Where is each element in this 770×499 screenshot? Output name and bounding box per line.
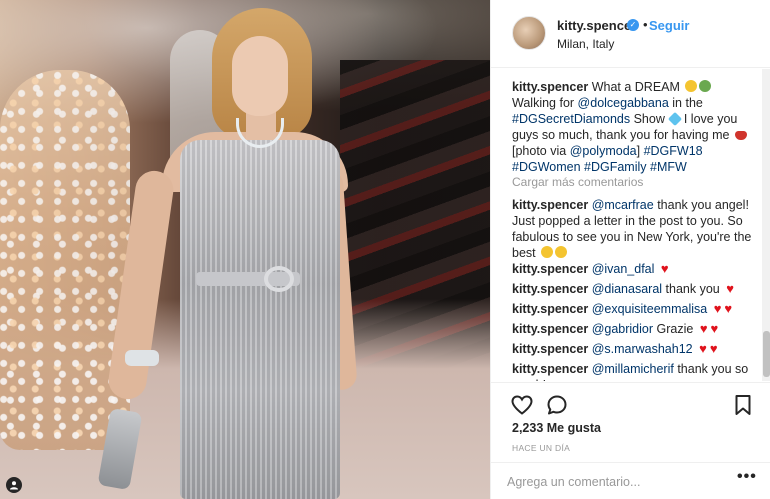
comment-item: kitty.spencer @s.marwashah12 ♥ ♥ [512,341,756,357]
caption-text: Walking for [512,96,575,110]
photo-model-dress [180,140,340,499]
comment-username[interactable]: kitty.spencer [512,198,588,212]
likes-count[interactable]: 2,233 Me gusta [512,421,601,435]
heart-emoji-icon: ♥ [709,341,718,356]
more-options-icon[interactable]: ••• [737,468,757,486]
caption-text: [photo via [512,144,567,158]
hashtag-link[interactable]: #DGWomen #DGFamily #MFW [512,160,687,174]
avatar[interactable] [512,16,546,50]
photo-belt-buckle [264,266,294,292]
user-tag-icon[interactable] [6,477,22,493]
comment-item: kitty.spencer @ivan_dfal ♥ [512,261,756,277]
photo-bracelet [125,350,159,366]
heart-emoji-icon: ♥ [699,341,707,356]
heart-emoji-icon: ♥ [713,301,722,316]
comment-item: kitty.spencer @exquisiteemmalisa ♥ ♥ [512,301,756,317]
post-header: kitty.spencer ✓ • Seguir Milan, Italy [491,0,770,68]
mention-link[interactable]: @mcarfrae [592,198,654,212]
post-caption: kitty.spencer What a DREAM Walking for @… [512,79,752,175]
separator-dot: • [643,17,648,32]
caption-text: ] [636,144,641,158]
comment-username[interactable]: kitty.spencer [512,322,588,336]
comment-username[interactable]: kitty.spencer [512,262,588,276]
mention-link[interactable]: @polymoda [570,144,637,158]
hashtag-link[interactable]: #DGSecretDiamonds [512,112,630,126]
comment-username[interactable]: kitty.spencer [512,282,588,296]
comment-text: Grazie [656,322,694,336]
mention-link[interactable]: @s.marwashah12 [592,342,693,356]
comment-text: thank you [665,282,720,296]
load-more-comments-button[interactable]: Cargar más comentarios [512,175,643,189]
instagram-post: kitty.spencer ✓ • Seguir Milan, Italy ki… [0,0,770,499]
comment-item: kitty.spencer @mcarfrae thank you angel!… [512,197,756,261]
heart-emoji-icon: ♥ [699,321,708,336]
gem-emoji-icon [668,111,683,127]
comment-bubble-icon[interactable] [545,393,569,417]
heart-emoji-icon: ♥ [660,261,669,276]
heart-emoji-icon: ♥ [553,377,561,381]
heart-emoji-icon: ♥ [724,301,733,316]
header-username[interactable]: kitty.spencer [557,18,636,33]
comment-item: kitty.spencer @gabridior Grazie ♥ ♥ [512,321,756,337]
scrollbar-thumb[interactable] [763,331,770,377]
mention-link[interactable]: @gabridior [592,322,653,336]
caption-username[interactable]: kitty.spencer [512,80,588,94]
photo-background-model [0,70,130,450]
comment-item: kitty.spencer @dianasaral thank you ♥ [512,281,756,297]
post-timestamp: HACE UN DÍA [512,443,571,453]
grin-emoji-icon [541,246,554,258]
add-comment-section: ••• [491,462,770,499]
comment-input[interactable] [507,471,727,493]
follow-button[interactable]: Seguir [649,18,689,33]
mention-link[interactable]: @millamicherif [592,362,674,376]
comments-list[interactable]: kitty.spencer What a DREAM Walking for @… [491,69,770,381]
bookmark-icon[interactable] [731,393,755,417]
caption-text: What a DREAM [591,80,680,94]
mention-link[interactable]: @ivan_dfal [592,262,655,276]
post-sidebar: kitty.spencer ✓ • Seguir Milan, Italy ki… [490,0,770,499]
comment-username[interactable]: kitty.spencer [512,342,588,356]
comment-username[interactable]: kitty.spencer [512,362,588,376]
location-link[interactable]: Milan, Italy [557,37,614,51]
diamond-emoji-icon [699,80,712,92]
lips-emoji-icon [734,131,747,140]
comment-username[interactable]: kitty.spencer [512,302,588,316]
mention-link[interactable]: @exquisiteemmalisa [592,302,708,316]
hashtag-link[interactable]: #DGFW18 [644,144,703,158]
comments-scrollbar[interactable] [762,69,770,381]
mention-link[interactable]: @dianasaral [592,282,662,296]
heart-outline-icon[interactable] [510,393,534,417]
heart-emoji-icon: ♥ [710,321,719,336]
sparkle-emoji-icon [685,80,698,92]
mention-link[interactable]: @dolcegabbana [578,96,669,110]
caption-text: in the [672,96,703,110]
post-photo[interactable] [0,0,490,499]
photo-model-face [232,36,288,116]
verified-badge-icon: ✓ [627,19,639,31]
heart-emoji-icon: ♥ [726,281,734,296]
grin-emoji-icon [555,246,568,258]
comment-item: kitty.spencer @millamicherif thank you s… [512,361,756,381]
heart-emoji-icon: ♥ [563,377,571,381]
caption-text: Show [633,112,665,126]
